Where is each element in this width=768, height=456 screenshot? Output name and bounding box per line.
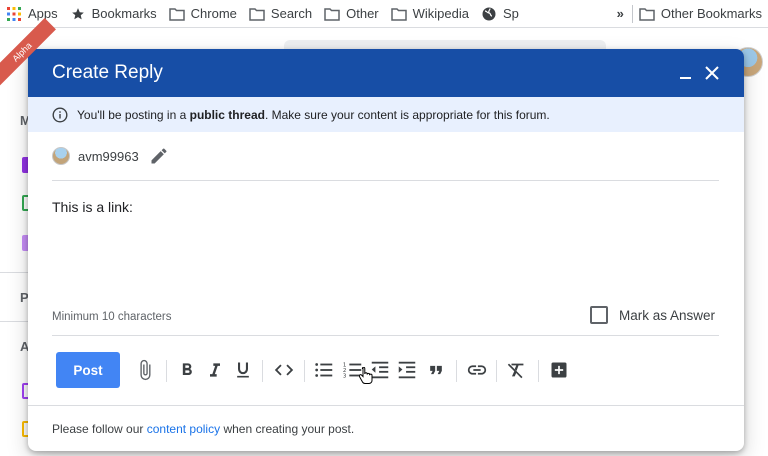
info-icon [52, 106, 68, 123]
bookmarks-overflow-button[interactable]: » [609, 6, 632, 21]
author-divider [52, 180, 719, 181]
bookmark-label: Search [270, 6, 313, 21]
bookmark-label: Chrome [190, 6, 237, 21]
bookmarks-bar: Apps Bookmarks Chrome Search Other Wikip… [0, 0, 768, 28]
bold-icon[interactable] [176, 359, 198, 381]
folder-icon [324, 6, 340, 22]
bookmark-chrome[interactable]: Chrome [163, 2, 243, 26]
notice-text: You'll be posting in a public thread. Ma… [77, 107, 550, 122]
author-name: avm99963 [78, 148, 139, 164]
bookmark-label: Sp [503, 6, 519, 21]
bookmark-wikipedia[interactable]: Wikipedia [385, 2, 475, 26]
bookmark-label: Wikipedia [412, 6, 469, 21]
post-button[interactable]: Post [56, 352, 120, 388]
globe-icon [481, 6, 497, 22]
attachment-icon[interactable] [134, 359, 156, 381]
bookmark-other[interactable]: Other [318, 2, 385, 26]
clear-formatting-icon[interactable] [506, 359, 528, 381]
sidebar-divider [0, 272, 30, 273]
toolbar-separator [304, 360, 305, 382]
toolbar-separator [262, 360, 263, 382]
underline-icon[interactable] [232, 359, 254, 381]
bookmark-sp[interactable]: Sp [475, 2, 525, 26]
mark-as-answer-label: Mark as Answer [619, 307, 716, 323]
toolbar-separator [496, 360, 497, 382]
increase-indent-icon[interactable] [396, 359, 418, 381]
add-box-icon[interactable] [548, 359, 570, 381]
bookmark-bookmarks[interactable]: Bookmarks [64, 2, 163, 26]
minimize-icon[interactable] [675, 63, 695, 83]
public-thread-notice: You'll be posting in a public thread. Ma… [28, 97, 744, 132]
dialog-header: Create Reply [28, 49, 744, 97]
code-icon[interactable] [273, 359, 295, 381]
quote-icon[interactable] [425, 359, 447, 381]
toolbar-separator [538, 360, 539, 382]
star-icon [70, 6, 86, 22]
footer-divider [28, 405, 744, 406]
notice-bold-text: public thread [189, 107, 265, 122]
checkbox-box[interactable] [590, 306, 608, 324]
link-icon[interactable] [466, 359, 488, 381]
bookmark-label: Other [346, 6, 379, 21]
mark-as-answer-checkbox[interactable]: Mark as Answer [590, 306, 715, 324]
apps-grid-icon [6, 6, 22, 22]
folder-icon [390, 6, 407, 22]
toolbar-separator [166, 360, 167, 382]
bookmark-other-bookmarks[interactable]: Other Bookmarks [633, 2, 768, 26]
reply-editor[interactable]: This is a link: [52, 199, 719, 299]
hand-cursor-icon [358, 367, 374, 385]
minimum-characters-hint: Minimum 10 characters [52, 311, 172, 323]
author-row: avm99963 [52, 145, 169, 167]
close-icon[interactable] [702, 63, 722, 83]
content-policy-footer: Please follow our content policy when cr… [52, 422, 355, 436]
toolbar-separator [456, 360, 457, 382]
bookmark-label: Other Bookmarks [660, 6, 762, 21]
folder-icon [639, 6, 655, 22]
italic-icon[interactable] [204, 359, 226, 381]
folder-icon [168, 6, 185, 22]
editor-divider [52, 335, 719, 336]
sidebar-divider [0, 321, 30, 322]
author-avatar [52, 147, 70, 165]
formatting-toolbar: Post 123 [28, 352, 744, 390]
create-reply-dialog: Create Reply You'll be posting in a publ… [28, 49, 744, 451]
bulleted-list-icon[interactable] [313, 359, 335, 381]
editor-text: This is a link: [52, 199, 133, 215]
dialog-title: Create Reply [52, 62, 163, 83]
bookmark-search[interactable]: Search [243, 2, 318, 26]
content-policy-link[interactable]: content policy [147, 422, 220, 436]
bookmark-apps[interactable]: Apps [0, 2, 64, 26]
folder-icon [249, 6, 265, 22]
pencil-icon[interactable] [149, 146, 169, 166]
bookmark-label: Bookmarks [91, 6, 157, 21]
svg-text:3: 3 [343, 373, 347, 379]
